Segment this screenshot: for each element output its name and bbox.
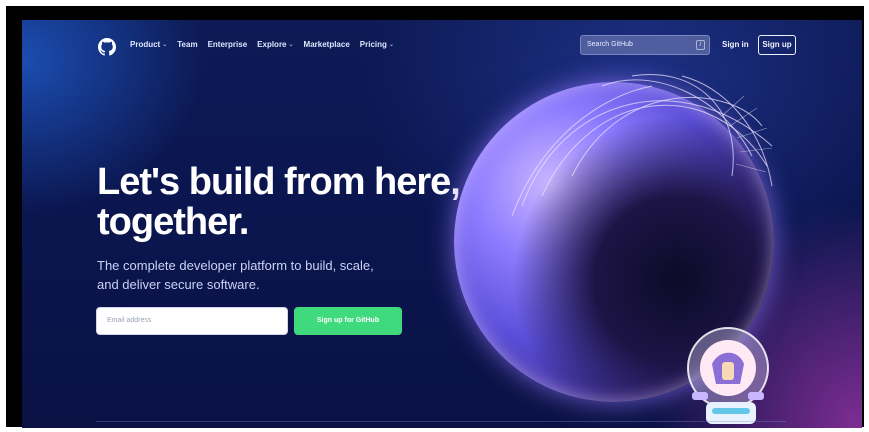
search-placeholder: Search GitHub — [587, 41, 633, 48]
sign-up-button[interactable]: Sign up — [758, 35, 796, 55]
section-divider — [96, 421, 786, 422]
slash-shortcut-icon: / — [696, 40, 705, 50]
email-field[interactable]: Email address — [96, 307, 288, 335]
sign-up-for-github-button[interactable]: Sign up for GitHub — [294, 307, 402, 335]
nav-item-enterprise[interactable]: Enterprise — [208, 40, 248, 49]
search-input[interactable]: Search GitHub / — [580, 35, 710, 55]
chevron-down-icon: ⌄ — [288, 42, 294, 48]
nav-item-explore[interactable]: Explore ⌄ — [257, 40, 293, 49]
hero-subtext: The complete developer platform to build… — [97, 258, 374, 292]
nav-item-pricing[interactable]: Pricing ⌄ — [360, 40, 394, 49]
sign-in-link[interactable]: Sign in — [722, 40, 749, 49]
github-homepage: Product ⌄ Team Enterprise Explore ⌄ Market… — [22, 20, 862, 428]
email-placeholder: Email address — [107, 317, 152, 324]
nav-item-marketplace[interactable]: Marketplace — [304, 40, 350, 49]
chevron-down-icon: ⌄ — [162, 42, 168, 48]
nav-item-product[interactable]: Product ⌄ — [130, 40, 167, 49]
screenshot-frame: Product ⌄ Team Enterprise Explore ⌄ Market… — [6, 6, 864, 428]
chevron-down-icon: ⌄ — [388, 42, 394, 48]
orbit-arcs-illustration — [511, 74, 773, 217]
primary-menu: Product ⌄ Team Enterprise Explore ⌄ Market… — [130, 40, 394, 49]
hero-headline: Let's build from here, together. — [97, 161, 461, 243]
github-logo-icon[interactable] — [98, 38, 116, 56]
nav-item-team[interactable]: Team — [177, 40, 197, 49]
astronaut-mascot-illustration — [687, 327, 769, 424]
